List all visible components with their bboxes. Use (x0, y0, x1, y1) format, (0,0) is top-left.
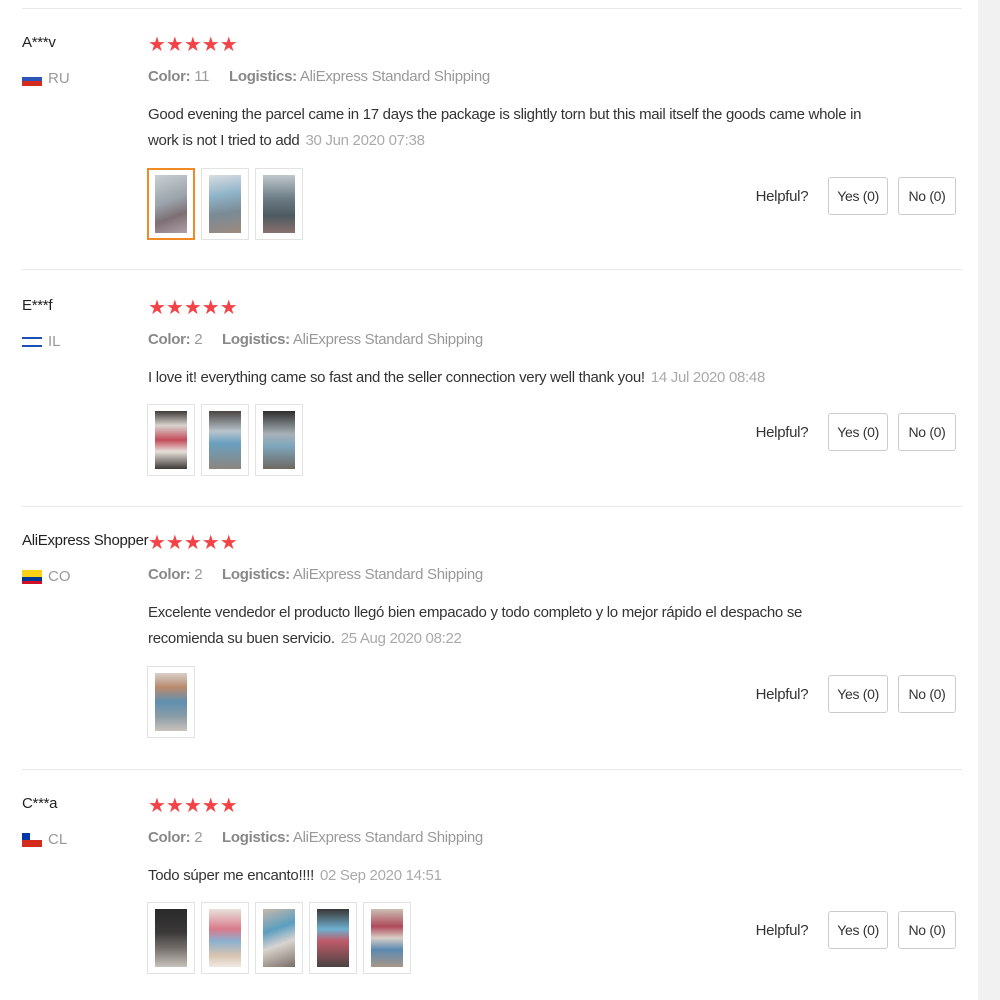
country-code: CO (48, 568, 71, 585)
review-item: A***v RU ★★★★★ Color: 11 Logistics: AliE… (22, 34, 962, 270)
helpful-yes-button[interactable]: Yes (0) (828, 675, 888, 713)
helpful-yes-button[interactable]: Yes (0) (828, 911, 888, 949)
logistics-value: AliExpress Standard Shipping (299, 68, 490, 85)
helpful-no-button[interactable]: No (0) (898, 675, 956, 713)
review-photo[interactable] (255, 404, 303, 476)
review-photo[interactable] (201, 404, 249, 476)
flag-il-icon (22, 334, 42, 349)
star-rating: ★★★★★ (148, 532, 238, 554)
helpful-label: Helpful? (755, 685, 809, 703)
divider (22, 8, 962, 9)
review-body: I love it! everything came so fast and t… (148, 369, 645, 386)
color-label: Color: (148, 829, 191, 846)
color-value: 2 (194, 331, 203, 348)
review-meta: Color: 2 Logistics: AliExpress Standard … (148, 566, 483, 583)
country-code: IL (48, 333, 61, 350)
helpful-no-button[interactable]: No (0) (898, 911, 956, 949)
flag-co-icon (22, 569, 42, 584)
divider (22, 506, 962, 507)
helpful-controls: Helpful? Yes (0) No (0) (756, 675, 956, 713)
review-item: AliExpress Shopper CO ★★★★★ Color: 2 Log… (22, 532, 962, 770)
review-meta: Color: 2 Logistics: AliExpress Standard … (148, 829, 483, 846)
review-text: Todo súper me encanto!!!! 02 Sep 2020 14:… (148, 863, 868, 889)
reviewer-country: RU (22, 70, 70, 87)
logistics-value: AliExpress Standard Shipping (292, 829, 483, 846)
review-text: Excelente vendedor el producto llegó bie… (148, 600, 868, 652)
review-text: Good evening the parcel came in 17 days … (148, 102, 868, 154)
review-meta: Color: 2 Logistics: AliExpress Standard … (148, 331, 483, 348)
review-item: C***a CL ★★★★★ Color: 2 Logistics: AliEx… (22, 795, 962, 985)
scrollbar[interactable] (978, 0, 1000, 1000)
photo-gallery (147, 902, 411, 974)
flag-cl-icon (22, 832, 42, 847)
review-body: Todo súper me encanto!!!! (148, 867, 314, 884)
helpful-yes-button[interactable]: Yes (0) (828, 177, 888, 215)
color-value: 2 (194, 829, 203, 846)
logistics-label: Logistics: (222, 566, 290, 583)
country-code: CL (48, 831, 68, 848)
reviewer-name: E***f (22, 297, 53, 314)
photo-gallery (147, 168, 303, 240)
color-label: Color: (148, 566, 191, 583)
reviewer-country: CL (22, 831, 67, 848)
star-rating: ★★★★★ (148, 297, 238, 319)
reviewer-name: C***a (22, 795, 58, 812)
review-photo[interactable] (255, 902, 303, 974)
helpful-label: Helpful? (755, 187, 809, 205)
color-label: Color: (148, 68, 191, 85)
review-meta: Color: 11 Logistics: AliExpress Standard… (148, 68, 490, 85)
helpful-controls: Helpful? Yes (0) No (0) (756, 911, 956, 949)
review-photo[interactable] (147, 404, 195, 476)
review-photo[interactable] (201, 902, 249, 974)
color-value: 2 (194, 566, 203, 583)
review-photo[interactable] (201, 168, 249, 240)
divider (22, 269, 962, 270)
reviewer-name: A***v (22, 34, 56, 51)
star-rating: ★★★★★ (148, 795, 238, 817)
review-photo[interactable] (147, 666, 195, 738)
divider (22, 769, 962, 770)
helpful-no-button[interactable]: No (0) (898, 413, 956, 451)
logistics-label: Logistics: (222, 829, 290, 846)
review-photo[interactable] (255, 168, 303, 240)
logistics-label: Logistics: (228, 68, 297, 85)
photo-gallery (147, 404, 303, 476)
review-text: I love it! everything came so fast and t… (148, 365, 908, 391)
review-photo[interactable] (309, 902, 357, 974)
helpful-controls: Helpful? Yes (0) No (0) (756, 413, 956, 451)
review-photo[interactable] (147, 902, 195, 974)
logistics-label: Logistics: (222, 331, 290, 348)
country-code: RU (48, 70, 70, 87)
star-rating: ★★★★★ (148, 34, 238, 56)
review-photo[interactable] (363, 902, 411, 974)
review-body: Excelente vendedor el producto llegó bie… (148, 604, 803, 647)
review-body: Good evening the parcel came in 17 days … (148, 106, 862, 149)
review-date: 25 Aug 2020 08:22 (340, 630, 462, 647)
review-photo[interactable] (147, 168, 195, 240)
helpful-controls: Helpful? Yes (0) No (0) (756, 177, 956, 215)
helpful-yes-button[interactable]: Yes (0) (828, 413, 888, 451)
color-label: Color: (148, 331, 191, 348)
logistics-value: AliExpress Standard Shipping (292, 331, 483, 348)
logistics-value: AliExpress Standard Shipping (292, 566, 483, 583)
helpful-label: Helpful? (755, 921, 809, 939)
review-date: 30 Jun 2020 07:38 (305, 132, 425, 149)
review-date: 02 Sep 2020 14:51 (319, 867, 442, 884)
helpful-label: Helpful? (755, 423, 809, 441)
helpful-no-button[interactable]: No (0) (898, 177, 956, 215)
reviewer-name: AliExpress Shopper (22, 532, 149, 549)
flag-ru-icon (22, 71, 42, 86)
review-date: 14 Jul 2020 08:48 (650, 369, 765, 386)
reviewer-country: CO (22, 568, 71, 585)
photo-gallery (147, 666, 195, 738)
review-item: E***f IL ★★★★★ Color: 2 Logistics: AliEx… (22, 297, 962, 507)
color-value: 11 (194, 68, 210, 85)
reviewer-country: IL (22, 333, 61, 350)
